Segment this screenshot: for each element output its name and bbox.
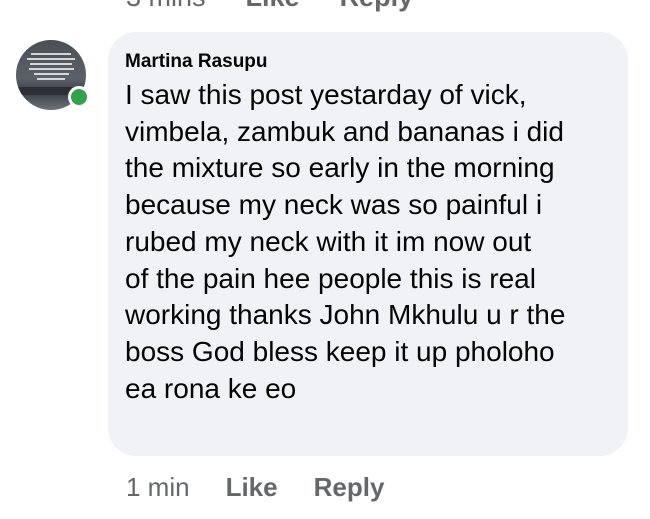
comment-line: vimbela, zambuk and bananas i did <box>125 115 564 147</box>
previous-reply-button[interactable]: Reply <box>340 0 414 13</box>
comment-line: ea rona ke eo <box>125 372 297 404</box>
comment-line: rubed my neck with it im now out <box>125 225 532 257</box>
previous-comment-actions: 3 mins Like Reply <box>126 0 413 13</box>
comment-line: of the pain hee people this is real <box>125 262 536 294</box>
like-button[interactable]: Like <box>226 472 278 503</box>
online-status-icon <box>68 86 90 108</box>
comment-line: I saw this post yestarday of vick, <box>125 79 527 110</box>
comment-line: boss God bless keep it up pholoho <box>125 335 555 367</box>
avatar-image-text <box>26 50 76 83</box>
comment-line: because my neck was so painful i <box>125 189 543 221</box>
comment-line: working thanks John Mkhulu u r the <box>125 299 566 331</box>
comment-author[interactable]: Martina Rasupu <box>125 49 611 75</box>
comment-actions: 1 min Like Reply <box>126 472 384 503</box>
comment-thread: 3 mins Like Reply Martina Rasupu I saw t… <box>0 0 650 519</box>
comment-line: the mixture so early in the morning <box>125 152 555 184</box>
comment-bubble: Martina Rasupu I saw this post yestarday… <box>108 32 628 456</box>
avatar-container[interactable] <box>16 40 90 110</box>
comment-text: I saw this post yestarday of vick, vimbe… <box>125 77 611 407</box>
reply-button[interactable]: Reply <box>314 472 385 503</box>
comment-timestamp[interactable]: 1 min <box>126 472 190 503</box>
previous-comment-time: 3 mins <box>126 0 206 13</box>
previous-like-button[interactable]: Like <box>246 0 300 13</box>
